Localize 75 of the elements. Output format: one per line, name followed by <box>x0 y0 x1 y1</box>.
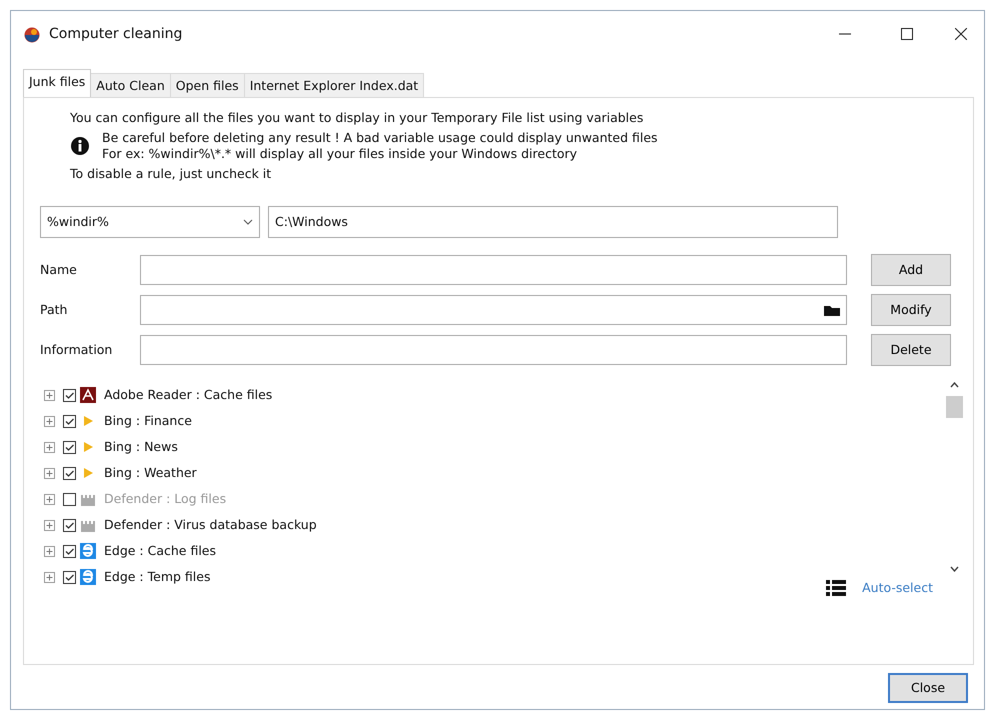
rule-label: Defender : Virus database backup <box>104 516 317 534</box>
edge-e-icon <box>80 569 96 585</box>
maximize-icon <box>901 28 913 40</box>
rule-label: Defender : Log files <box>104 490 226 508</box>
tab[interactable]: Internet Explorer Index.dat <box>244 73 424 97</box>
close-icon <box>955 28 967 40</box>
auto-select-link[interactable]: Auto-select <box>862 580 933 596</box>
dropdown-value: %windir% <box>47 212 109 231</box>
dropdown-caret-icon <box>243 219 253 225</box>
rule-label: Bing : Finance <box>104 412 192 430</box>
plus-icon <box>45 442 54 452</box>
checkbox[interactable] <box>63 544 76 558</box>
app-logo-icon <box>23 25 41 43</box>
plus-icon <box>45 494 54 504</box>
plus-icon <box>45 546 54 556</box>
plus-icon <box>45 468 54 478</box>
expand-button[interactable] <box>44 572 55 582</box>
rule-label: Edge : Cache files <box>104 542 216 560</box>
checkbox[interactable] <box>63 440 76 454</box>
check-icon <box>64 468 75 478</box>
plus-icon <box>45 572 54 582</box>
warning-text: For ex: %windir%\*.* will display all your files inside your Windows directory <box>102 146 578 162</box>
rule-label: Edge : Temp files <box>104 568 210 586</box>
expand-button[interactable] <box>44 468 55 478</box>
plus-icon <box>45 416 54 426</box>
action-button[interactable]: Modify <box>871 294 951 326</box>
info-icon <box>70 136 90 156</box>
tab[interactable]: Auto Clean <box>90 73 171 97</box>
check-icon <box>64 520 75 530</box>
input-field[interactable] <box>140 295 847 325</box>
expand-button[interactable] <box>44 416 55 426</box>
intro-text: You can configure all the files you want to display in your Temporary File list using variables <box>70 110 644 126</box>
scroll-down-icon <box>950 566 959 572</box>
check-icon <box>64 416 75 426</box>
action-button[interactable]: Add <box>871 254 951 286</box>
scrollbar-thumb[interactable] <box>946 396 963 418</box>
action-button[interactable]: Delete <box>871 334 951 366</box>
hint-text: To disable a rule, just uncheck it <box>70 166 272 182</box>
tab[interactable]: Junk files <box>23 69 92 97</box>
window-title: Computer cleaning <box>49 24 182 44</box>
warning-text: Be careful before deleting any result ! A bad variable usage could display unwanted files <box>102 130 658 146</box>
checkbox[interactable] <box>63 518 76 532</box>
expand-button[interactable] <box>44 494 55 504</box>
tab[interactable]: Open files <box>170 73 245 97</box>
expand-button[interactable] <box>44 546 55 556</box>
field-label: Name <box>40 262 78 278</box>
variable-value-field[interactable]: C:\Windows <box>268 206 838 238</box>
expand-button[interactable] <box>44 520 55 530</box>
rule-label: Bing : News <box>104 438 178 456</box>
rule-label: Adobe Reader : Cache files <box>104 386 272 404</box>
scroll-up-icon <box>950 382 959 388</box>
checkbox[interactable] <box>63 414 76 428</box>
expand-button[interactable] <box>44 442 55 452</box>
checkbox[interactable] <box>63 492 76 506</box>
check-icon <box>64 546 75 556</box>
field-label: Path <box>40 302 68 318</box>
plus-icon <box>45 390 54 400</box>
check-icon <box>64 572 75 582</box>
plus-icon <box>45 520 54 530</box>
adobe-pdf-icon <box>80 387 96 403</box>
check-icon <box>64 442 75 452</box>
folder-icon <box>824 304 840 316</box>
check-icon <box>64 390 75 400</box>
close-button[interactable]: Close <box>888 673 968 703</box>
input-field[interactable] <box>140 255 847 285</box>
list-icon <box>826 580 846 596</box>
checkbox[interactable] <box>63 388 76 402</box>
rule-label: Bing : Weather <box>104 464 197 482</box>
edge-e-icon <box>80 543 96 559</box>
variable-dropdown[interactable]: %windir% <box>40 206 260 238</box>
expand-button[interactable] <box>44 390 55 400</box>
field-label: Information <box>40 342 114 358</box>
checkbox[interactable] <box>63 570 76 584</box>
checkbox[interactable] <box>63 466 76 480</box>
input-field[interactable] <box>140 335 847 365</box>
